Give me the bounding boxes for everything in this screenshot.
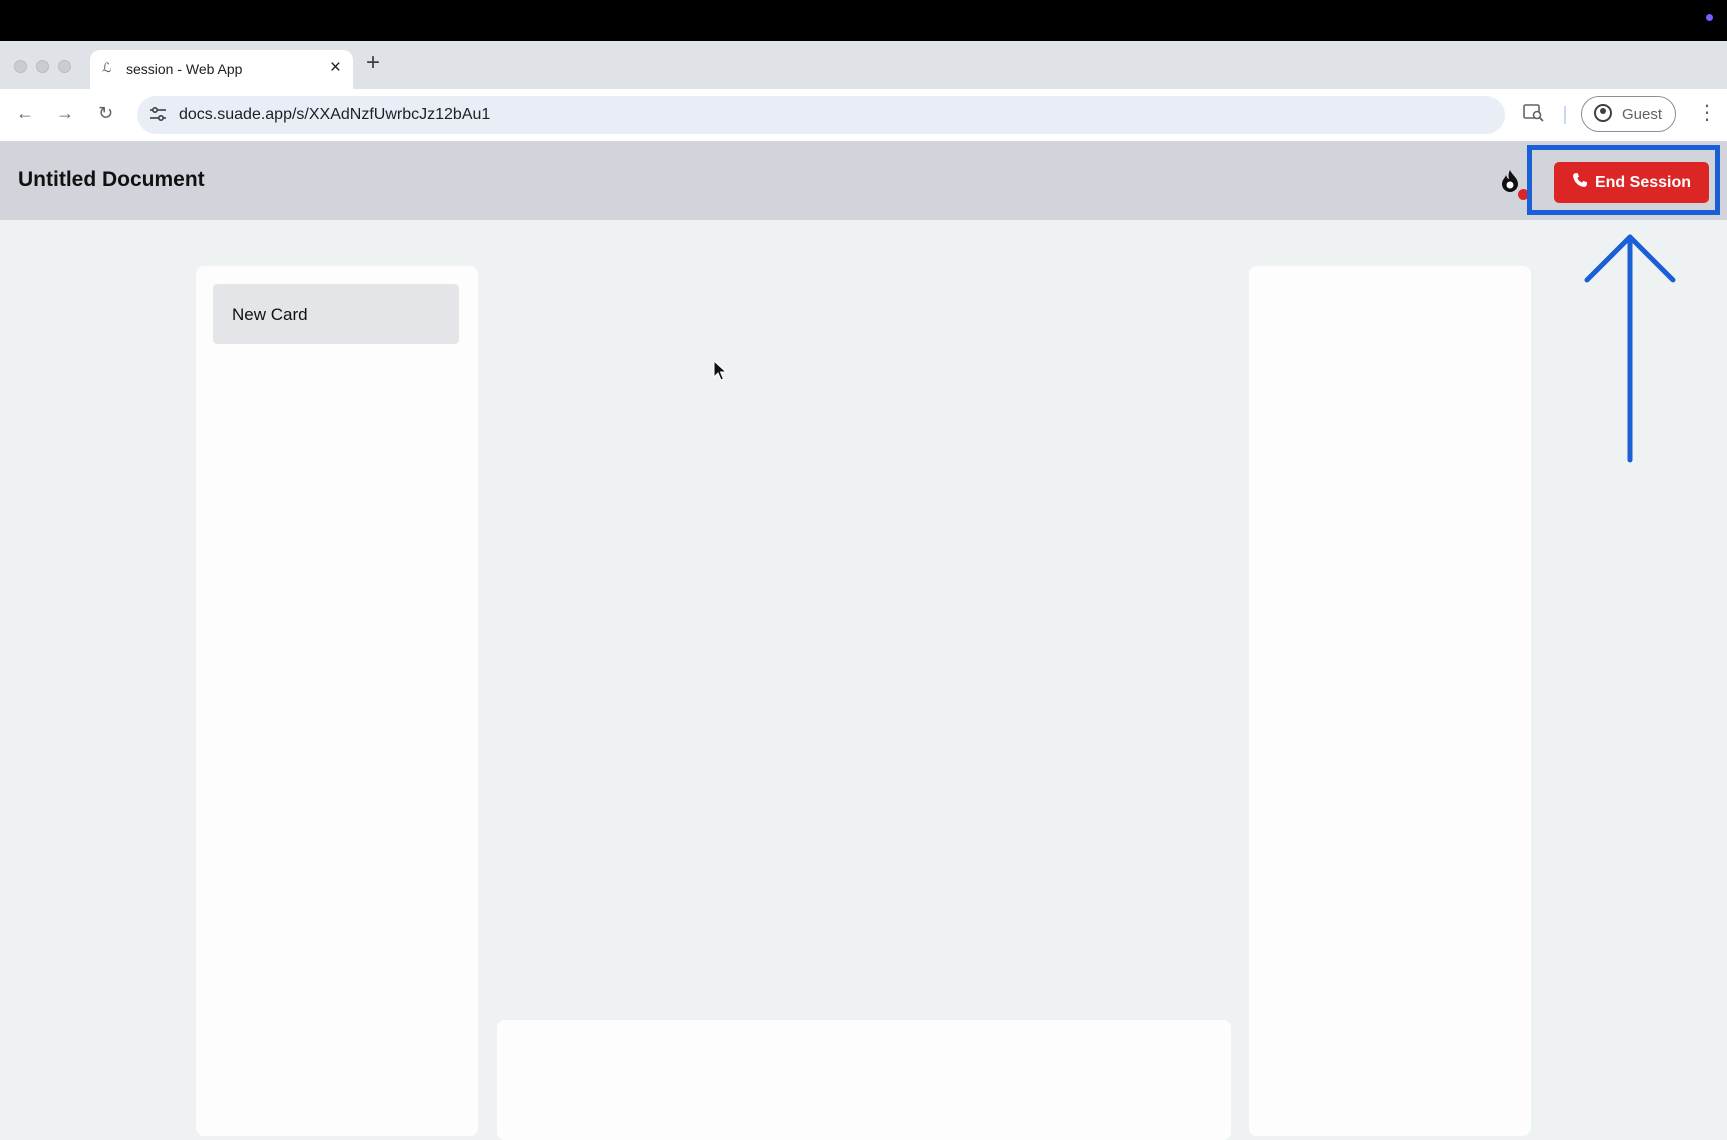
browser-toolbar: ← → ↻ docs.suade.app/s/XXAdNzfUwrbcJz12b…	[0, 89, 1727, 142]
tab-favicon-icon: ℒ	[102, 60, 112, 75]
tab-close-icon[interactable]: ×	[330, 57, 341, 79]
toolbar-divider	[1564, 106, 1566, 124]
lens-icon[interactable]	[1523, 103, 1545, 128]
status-dot-icon	[1706, 14, 1713, 21]
profile-button[interactable]: Guest	[1581, 96, 1676, 132]
new-tab-button[interactable]: +	[366, 49, 380, 77]
document-title[interactable]: Untitled Document	[18, 168, 205, 192]
annotation-arrow-icon	[1584, 234, 1676, 463]
back-icon[interactable]: ←	[16, 103, 34, 124]
left-panel: New Card	[196, 266, 478, 1136]
address-bar[interactable]: docs.suade.app/s/XXAdNzfUwrbcJz12bAu1	[137, 96, 1505, 134]
guest-avatar-icon	[1594, 104, 1612, 122]
mouse-cursor-icon	[713, 360, 727, 381]
right-panel	[1249, 266, 1531, 1136]
annotation-highlight-box	[1527, 145, 1720, 215]
os-menu-bar	[0, 0, 1727, 41]
url-text[interactable]: docs.suade.app/s/XXAdNzfUwrbcJz12bAu1	[179, 106, 490, 124]
forward-icon[interactable]: →	[56, 103, 74, 124]
tab-title: session - Web App	[126, 61, 243, 77]
app-header: Untitled Document End Session	[0, 142, 1727, 220]
card-item[interactable]: New Card	[213, 284, 459, 344]
minimize-window-icon[interactable]	[36, 60, 49, 73]
site-settings-icon[interactable]	[149, 106, 167, 125]
profile-label: Guest	[1622, 106, 1663, 123]
card-label: New Card	[232, 305, 308, 324]
maximize-window-icon[interactable]	[58, 60, 71, 73]
browser-menu-icon[interactable]: ⋮	[1697, 100, 1717, 125]
reload-icon[interactable]: ↻	[98, 103, 113, 124]
bottom-panel	[497, 1020, 1231, 1140]
close-window-icon[interactable]	[14, 60, 27, 73]
browser-tab-active[interactable]: ℒ session - Web App ×	[90, 50, 353, 89]
window-controls[interactable]	[14, 60, 71, 73]
tab-strip: ℒ session - Web App × +	[0, 41, 1727, 89]
